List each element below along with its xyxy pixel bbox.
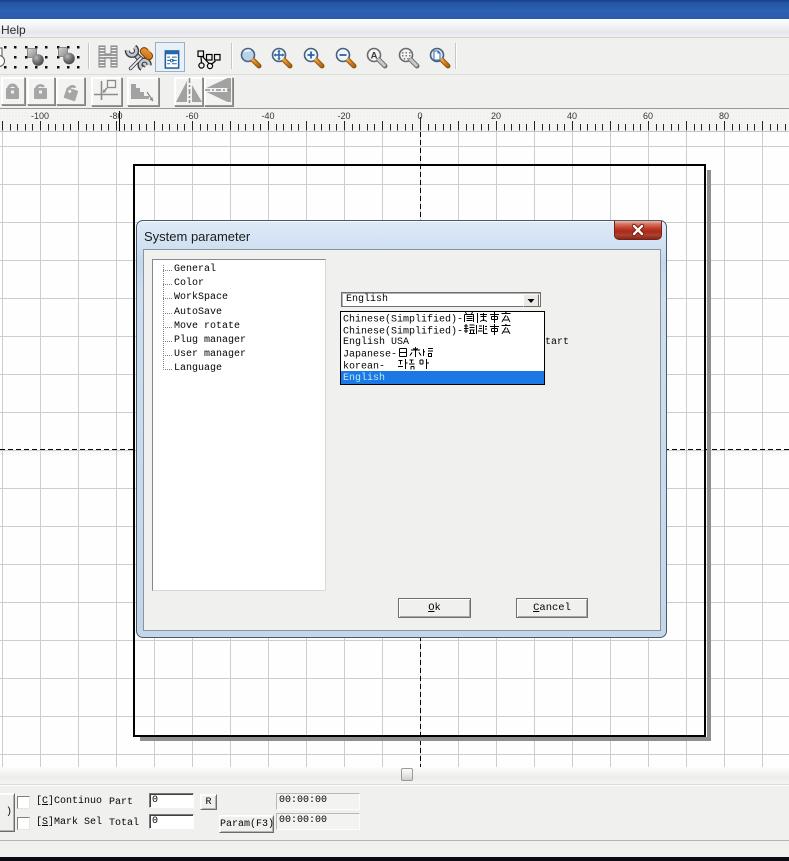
svg-text:-40: -40 (261, 111, 274, 121)
svg-text:A: A (371, 51, 378, 62)
svg-text:-60: -60 (185, 111, 198, 121)
svg-text:0: 0 (417, 111, 422, 121)
svg-text:-100: -100 (31, 111, 49, 121)
svg-text:-20: -20 (337, 111, 350, 121)
svg-text:80: 80 (719, 111, 729, 121)
svg-text:40: 40 (567, 111, 577, 121)
svg-text:-80: -80 (109, 111, 122, 121)
svg-text:60: 60 (643, 111, 653, 121)
svg-text:20: 20 (491, 111, 501, 121)
